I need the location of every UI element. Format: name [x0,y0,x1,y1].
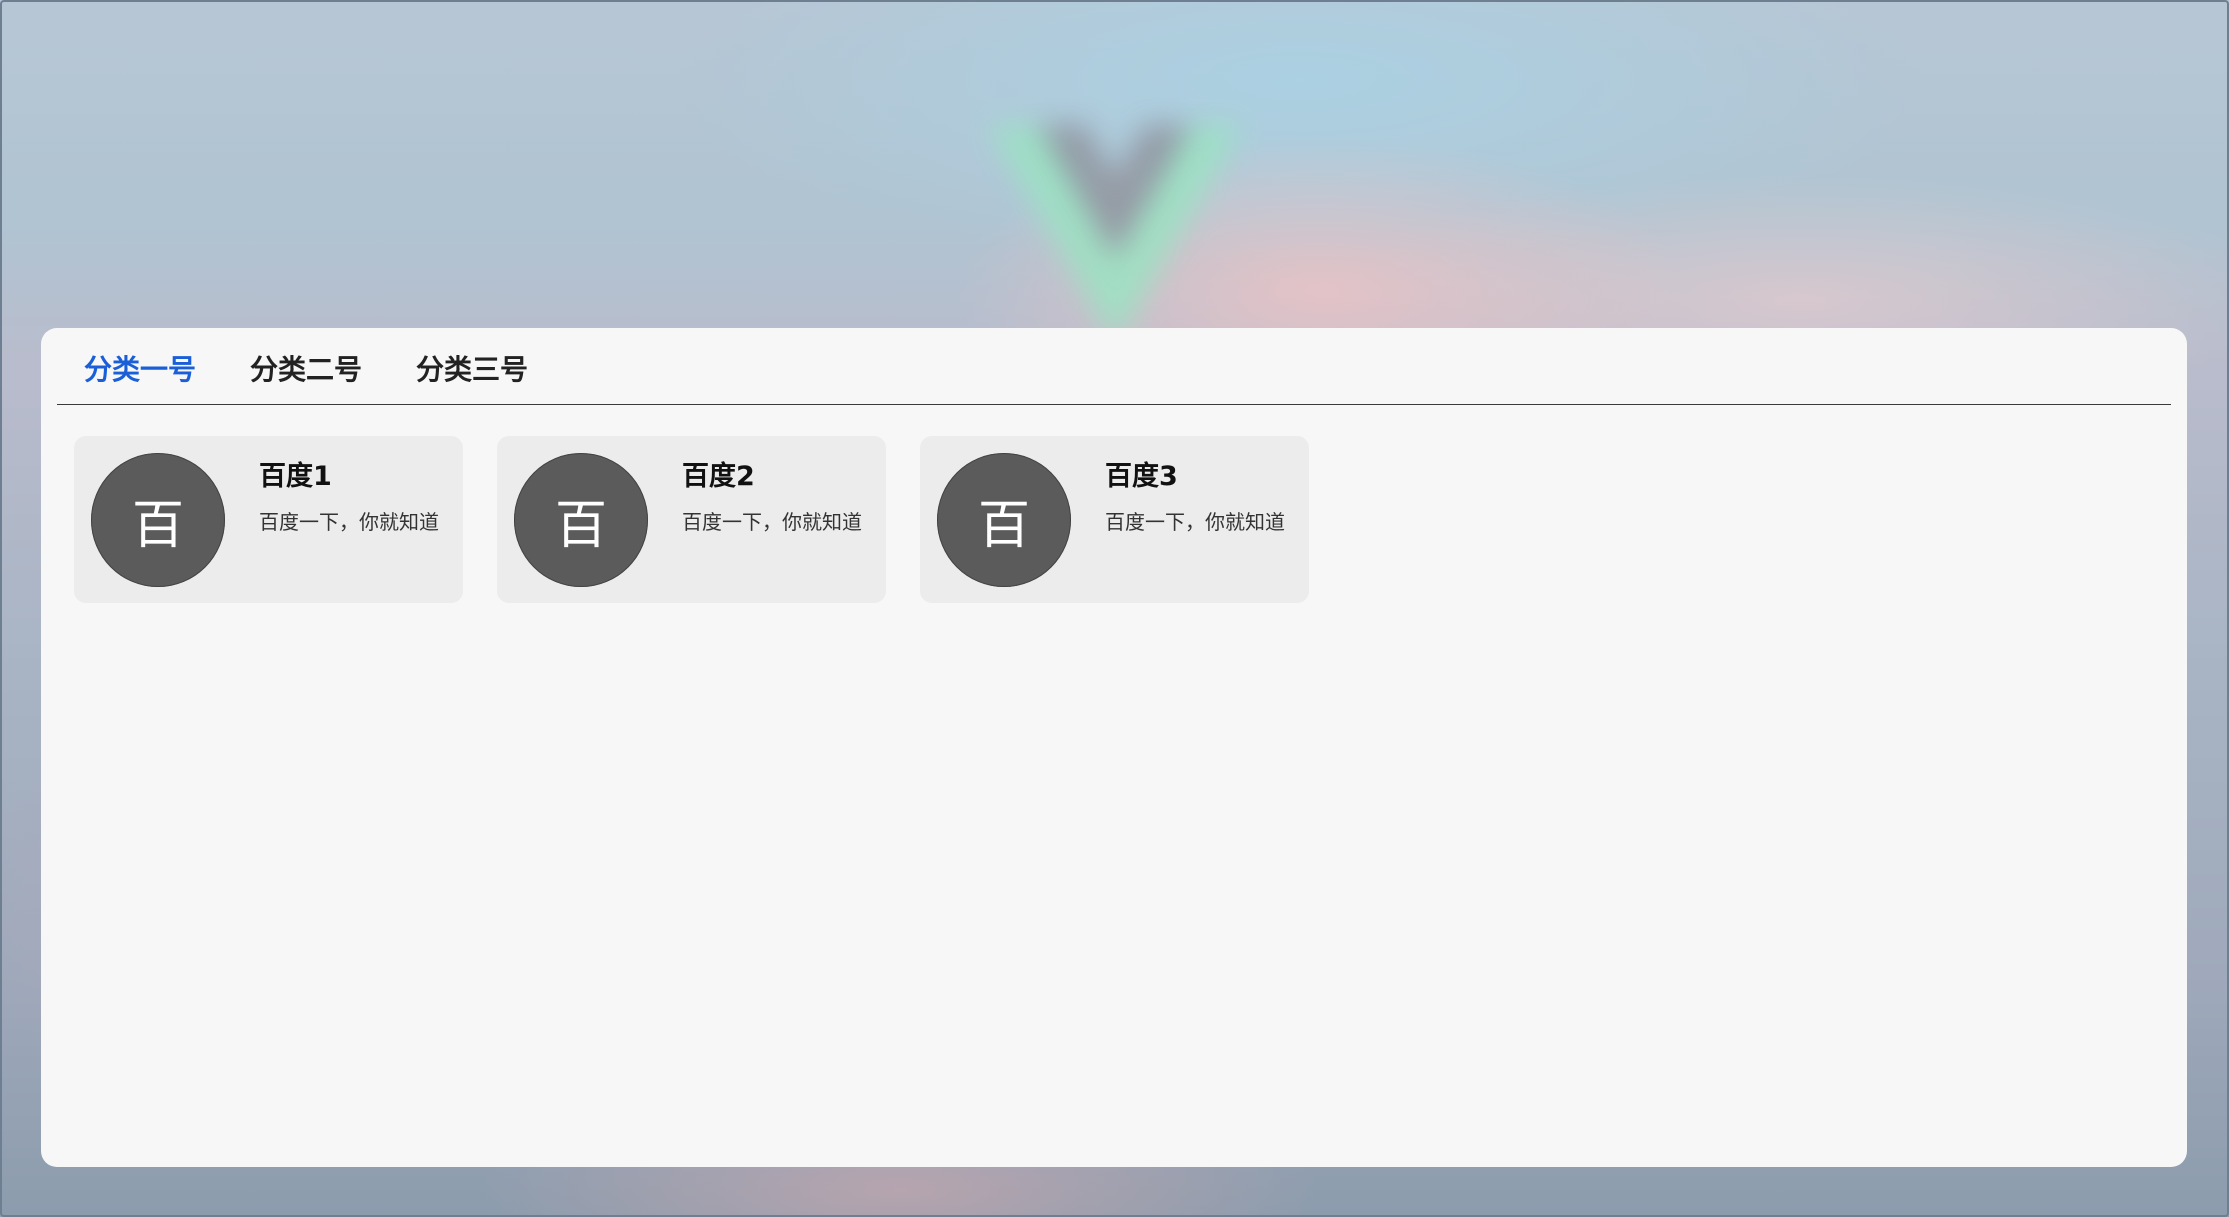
category-tabs: 分类一号 分类二号 分类三号 [57,328,2171,405]
card-avatar: 百 [514,453,648,587]
card-title: 百度3 [1105,461,1178,492]
card-description: 百度一下，你就知道 [682,510,862,534]
tab-category-2[interactable]: 分类二号 [223,348,389,404]
card-title: 百度1 [259,461,332,492]
card-description: 百度一下，你就知道 [259,510,439,534]
card-title: 百度2 [682,461,755,492]
card-description: 百度一下，你就知道 [1105,510,1285,534]
link-card[interactable]: 百 百度3 百度一下，你就知道 [920,436,1309,603]
link-card[interactable]: 百 百度1 百度一下，你就知道 [74,436,463,603]
tab-category-1[interactable]: 分类一号 [57,348,223,404]
tab-category-3[interactable]: 分类三号 [389,348,555,404]
vue-logo-icon [987,125,1243,345]
card-avatar: 百 [91,453,225,587]
link-card[interactable]: 百 百度2 百度一下，你就知道 [497,436,886,603]
card-avatar: 百 [937,453,1071,587]
link-card-list: 百 百度1 百度一下，你就知道 百 百度2 百度一下，你就知道 百 百度3 百度… [74,436,1309,603]
content-panel: 分类一号 分类二号 分类三号 百 百度1 百度一下，你就知道 百 百度2 百度一… [41,328,2187,1167]
